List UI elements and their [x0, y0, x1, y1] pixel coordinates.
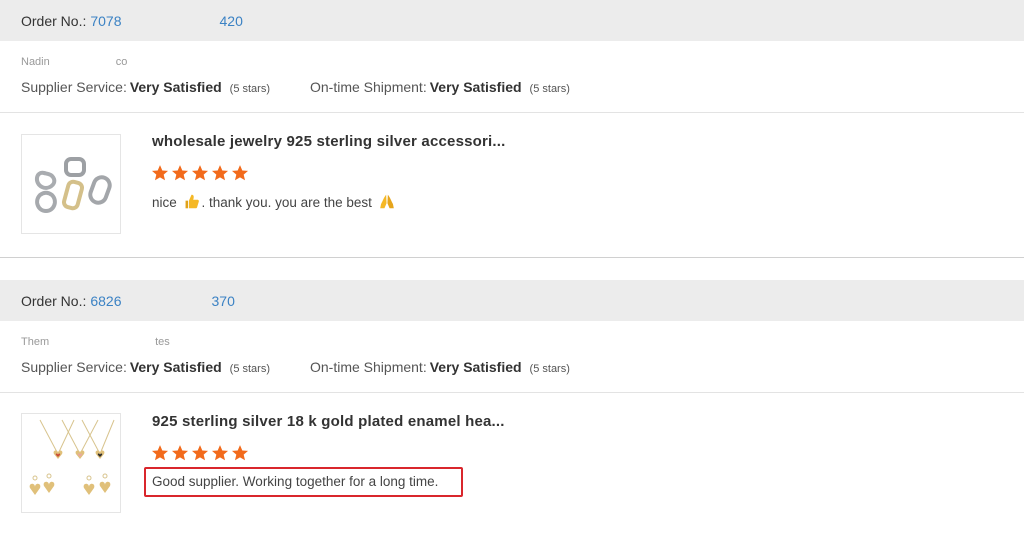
product-thumbnail[interactable] — [21, 134, 121, 234]
supplier-service-value: Very Satisfied — [129, 79, 222, 95]
silver-clasps-image — [35, 157, 112, 214]
product-title-link[interactable]: wholesale jewelry 925 sterling silver ac… — [152, 133, 506, 150]
ontime-shipment-value: Very Satisfied — [429, 359, 522, 375]
order-card-1: Order No.: 7078 420 Nadin co Supplier Serv… — [0, 0, 1024, 258]
ontime-shipment-label: On-time Shipment: — [310, 79, 427, 95]
review-comment: Good supplier. Working together for a lo… — [152, 474, 439, 489]
order-card-2: Order No.: 6826 370 Them tes Supplier Serv… — [0, 280, 1024, 535]
product-rating-stars — [151, 444, 249, 462]
star-icon — [191, 165, 209, 181]
divider — [0, 112, 1024, 113]
star-icon — [191, 445, 209, 461]
supplier-service-label: Supplier Service: — [21, 359, 127, 375]
star-icon — [211, 445, 229, 461]
star-icon — [171, 165, 189, 181]
ontime-shipment-stars: (5 stars) — [529, 363, 570, 375]
supplier-service-value: Very Satisfied — [129, 359, 222, 375]
supplier-service-stars: (5 stars) — [229, 363, 270, 375]
section-divider — [0, 257, 1024, 258]
order-header: Order No.: 7078 420 — [0, 0, 1024, 41]
product-thumbnail[interactable] — [21, 413, 121, 513]
star-icon — [171, 445, 189, 461]
thumbs-up-emoji-icon — [185, 194, 199, 209]
rating-summary: Supplier Service: Very Satisfied (5 stars)… — [21, 79, 570, 95]
ontime-shipment-stars: (5 stars) — [529, 83, 570, 95]
star-icon — [211, 165, 229, 181]
order-number-label: Order No.: — [21, 292, 87, 309]
review-comment: nice . thank you. you are the best — [152, 193, 398, 210]
buyer-name: Nadin co — [21, 56, 128, 68]
star-icon — [231, 445, 249, 461]
supplier-service-stars: (5 stars) — [229, 83, 270, 95]
supplier-service-label: Supplier Service: — [21, 79, 127, 95]
star-icon — [151, 445, 169, 461]
product-rating-stars — [151, 164, 249, 182]
heart-necklaces-image — [29, 419, 115, 495]
folded-hands-emoji-icon — [379, 194, 394, 209]
product-title-link[interactable]: 925 sterling silver 18 k gold plated ena… — [152, 413, 505, 430]
order-header: Order No.: 6826 370 — [0, 280, 1024, 321]
star-icon — [231, 165, 249, 181]
order-number-link[interactable]: 6826 370 — [90, 293, 235, 309]
star-icon — [151, 165, 169, 181]
divider — [0, 392, 1024, 393]
ontime-shipment-label: On-time Shipment: — [310, 359, 427, 375]
buyer-name: Them tes — [21, 336, 170, 348]
rating-summary: Supplier Service: Very Satisfied (5 stars)… — [21, 359, 570, 375]
order-number-link[interactable]: 7078 420 — [90, 13, 243, 29]
ontime-shipment-value: Very Satisfied — [429, 79, 522, 95]
order-number-label: Order No.: — [21, 12, 87, 29]
